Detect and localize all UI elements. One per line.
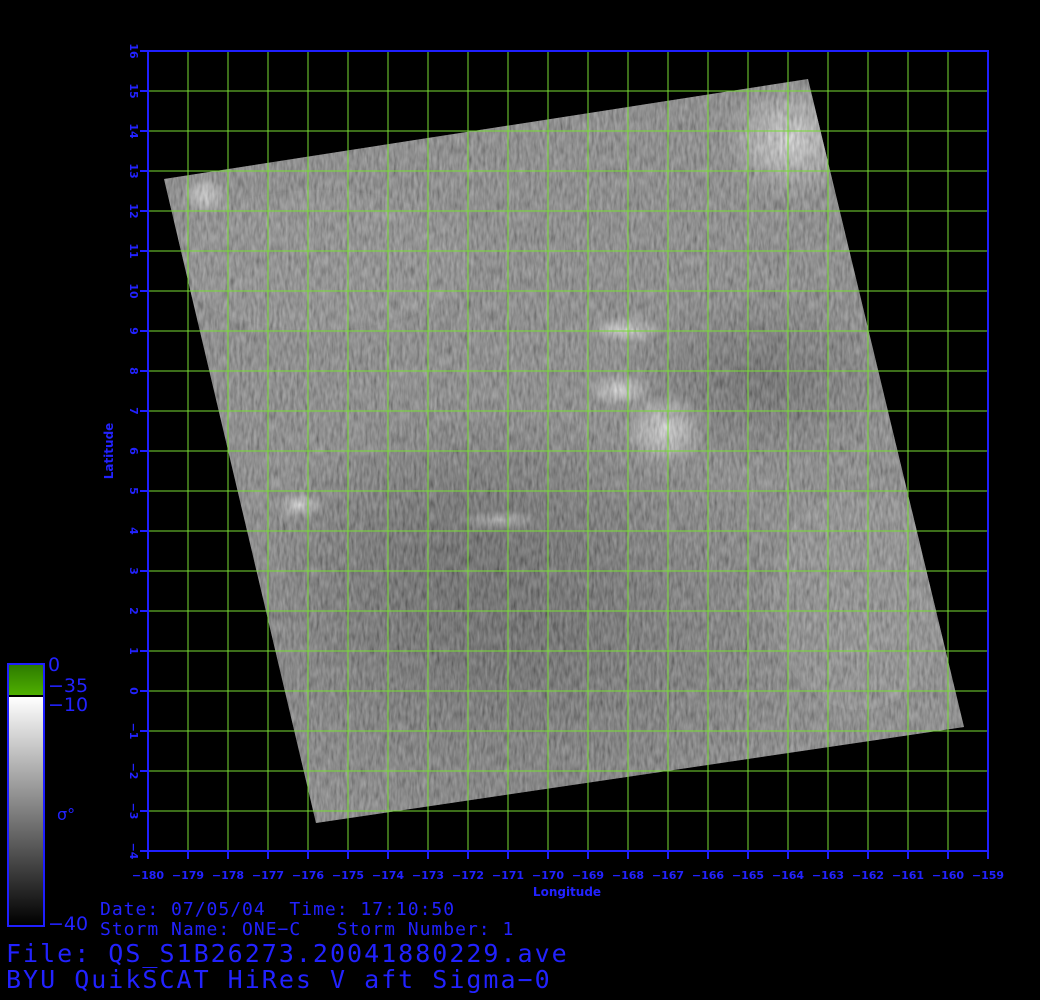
y-tick-label: −2 xyxy=(127,763,140,780)
x-tick-label: −176 xyxy=(292,869,325,882)
y-axis-label: Latitude xyxy=(102,423,116,480)
colorbar-gray-top-label: −10 xyxy=(48,694,89,716)
x-tick-label: −175 xyxy=(332,869,364,882)
colorbar-symbol: σ° xyxy=(57,805,76,824)
y-tick-label: −3 xyxy=(127,803,140,820)
lat-lon-grid xyxy=(147,50,989,852)
y-tick-label: −1 xyxy=(127,723,140,740)
x-tick-label: −171 xyxy=(492,869,524,882)
y-tick-label: 6 xyxy=(127,447,140,455)
x-tick-label: −159 xyxy=(972,869,1004,882)
colorbar-green-band xyxy=(9,665,43,695)
x-tick-label: −166 xyxy=(692,869,725,882)
y-tick-label: −4 xyxy=(127,843,140,860)
y-tick-label: 15 xyxy=(127,83,140,98)
y-tick-label: 16 xyxy=(127,43,140,59)
x-tick-label: −179 xyxy=(172,869,204,882)
colorbar-bottom-label: −40 xyxy=(48,913,89,935)
y-tick-label: 5 xyxy=(127,487,140,495)
x-tick-label: −163 xyxy=(812,869,844,882)
y-tick-label: 3 xyxy=(127,567,140,575)
x-axis-label: Longitude xyxy=(533,885,601,899)
y-tick-label: 8 xyxy=(127,367,140,375)
y-tick-label: 13 xyxy=(127,163,140,178)
colorbar-top-label: 0 xyxy=(48,654,61,676)
x-tick-label: −168 xyxy=(612,869,644,882)
y-tick-label: 1 xyxy=(127,647,140,655)
y-tick-label: 4 xyxy=(127,527,140,535)
x-tick-label: −164 xyxy=(772,869,805,882)
colorbar-gray-band xyxy=(9,697,43,925)
colorbar-green-bottom-label: −35 xyxy=(48,675,89,697)
radar-swath-image xyxy=(164,79,964,823)
y-tick-label: 11 xyxy=(127,243,140,258)
x-tick-label: −173 xyxy=(412,869,444,882)
date-time-line: Date: 07/05/04 Time: 17:10:50 xyxy=(100,899,456,920)
y-tick-label: 10 xyxy=(127,283,140,299)
y-tick-label: 12 xyxy=(127,203,140,218)
x-tick-label: −160 xyxy=(932,869,965,882)
y-tick-label: 2 xyxy=(127,607,140,615)
storm-line: Storm Name: ONE−C Storm Number: 1 xyxy=(100,919,515,940)
y-tick-label: 7 xyxy=(127,407,140,415)
x-tick-label: −178 xyxy=(212,869,244,882)
x-tick-label: −180 xyxy=(132,869,165,882)
x-tick-label: −161 xyxy=(892,869,924,882)
colorbar xyxy=(7,663,45,927)
x-tick-label: −172 xyxy=(452,869,484,882)
x-tick-label: −177 xyxy=(252,869,284,882)
x-tick-label: −169 xyxy=(572,869,604,882)
y-tick-label: 14 xyxy=(127,123,140,139)
x-tick-label: −165 xyxy=(732,869,764,882)
file-name-line: File: QS_S1B26273.20041880229.ave xyxy=(6,939,569,968)
x-tick-label: −167 xyxy=(652,869,684,882)
x-tick-label: −174 xyxy=(372,869,405,882)
y-tick-label: 0 xyxy=(127,687,140,695)
y-tick-label: 9 xyxy=(127,327,140,335)
product-title-line: BYU QuikSCAT HiRes V aft Sigma−0 xyxy=(6,965,552,994)
sigma0-map: −180 −179 −178 −177 −176 −175 −174 −173 −172 −171… xyxy=(7,43,1004,927)
x-tick-label: −170 xyxy=(532,869,565,882)
x-tick-label: −162 xyxy=(852,869,884,882)
